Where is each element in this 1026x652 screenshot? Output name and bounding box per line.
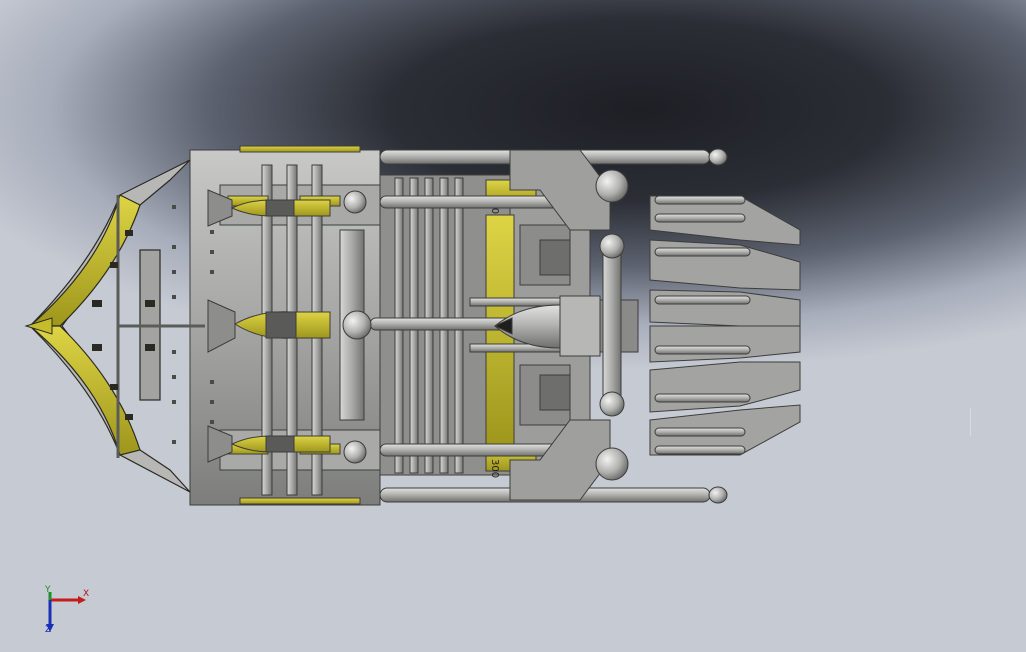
graphics-viewport[interactable]: 300 300 xyxy=(0,0,1026,652)
triad-z-label: Z xyxy=(45,625,52,635)
view-cursor-mark xyxy=(970,408,971,436)
thruster-fins xyxy=(649,195,801,456)
triad-y-label: Y xyxy=(45,585,51,595)
prow-arches xyxy=(28,159,205,493)
decal-300-bottom: 300 xyxy=(489,459,500,478)
cad-model[interactable]: 300 300 xyxy=(0,0,1026,652)
triad-x-label: X xyxy=(83,589,90,599)
